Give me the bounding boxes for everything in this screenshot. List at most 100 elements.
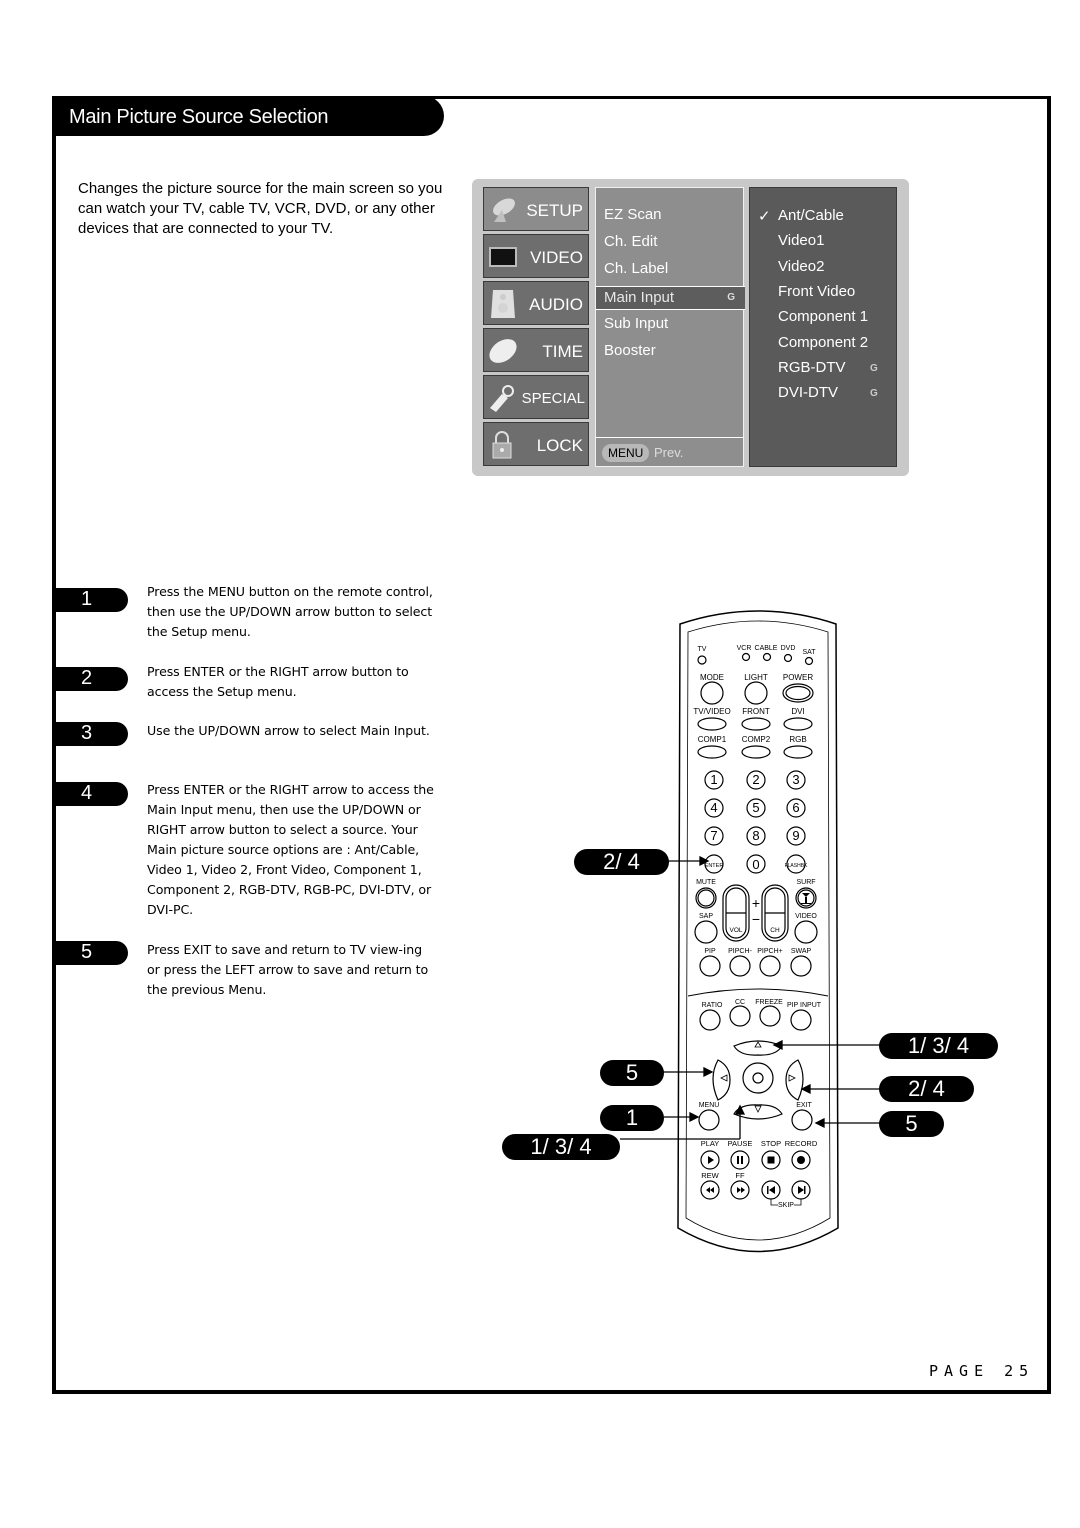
ch-label: CH [770,927,780,934]
center-ok-button [742,1062,774,1094]
remote-divider [687,988,829,997]
mode-label-3: DVD [781,645,796,652]
mode-button[interactable] [700,681,724,705]
transport-label-2: STOP [761,1139,781,1148]
callout-enter: 2/ 4 [574,849,669,875]
callout-exit: 5 [879,1111,944,1137]
digit-label-8: 8 [752,828,759,843]
row2-label-1: FRONT [742,707,770,716]
row3-label-0: COMP1 [698,735,727,744]
digit-label-9: 9 [792,828,799,843]
ratio-row-label-3: PIP INPUT [787,1002,822,1009]
dvd-led [783,653,793,663]
remote-control: TV VCR CABLE DVD SAT MODE TV/VIDEO COMP1 LIGHT FR… [620,610,880,1253]
pip-row-label-1: PIPCH- [728,948,752,955]
up-arrow-button [733,1040,783,1056]
page-number: PAGE 25 [929,1362,1035,1380]
minus-label: − [752,911,760,927]
callout-down-arrow: 1/ 3/ 4 [502,1134,620,1160]
comp2-button[interactable] [741,745,771,759]
comp1-button[interactable] [697,745,727,759]
sap-button [694,920,718,944]
row2-label-2: DVI [791,707,804,716]
fast-forward-icon [737,1187,745,1193]
row3-label-2: RGB [789,735,806,744]
dvi-button[interactable] [783,717,813,731]
rgb-button[interactable] [783,745,813,759]
light-button[interactable] [744,681,768,705]
mode-label-4: SAT [802,649,816,656]
digit-label-7: 7 [710,828,717,843]
cc-button [729,1005,751,1027]
cable-led [762,652,772,662]
video-button [794,920,818,944]
vol-label: VOL [729,927,742,934]
zero-label: 0 [752,857,759,872]
digit-label-1: 1 [710,772,717,787]
pipch-plus-button [759,955,781,977]
stop-icon [767,1156,775,1164]
pip-row-label-2: PIPCH+ [757,948,782,955]
pip-button [699,955,721,977]
enter-label: ENTER [705,863,724,869]
row3-label-1: COMP2 [742,735,771,744]
ratio-row-label-2: FREEZE [755,999,783,1006]
surf-label: SURF [796,879,815,886]
vcr-led [741,652,751,662]
freeze-button [759,1005,781,1027]
skip-forward-icon [804,1186,806,1194]
callout-right-arrow: 2/ 4 [879,1076,974,1102]
pause-icon [737,1156,739,1164]
row1-label-2: POWER [783,673,813,682]
digit-label-6: 6 [792,800,799,815]
sap-label: SAP [699,913,713,920]
mode-label-1: VCR [737,645,752,652]
exit-button [791,1109,813,1131]
left-arrow-button [712,1059,731,1101]
skip-label: SKIP [778,1202,794,1209]
tv-led [697,655,707,665]
ratio-row-label-0: RATIO [702,1002,723,1009]
pip-row-label-3: SWAP [791,948,812,955]
tvvideo-button[interactable] [697,717,727,731]
callout-left-arrow: 5 [600,1060,664,1086]
right-triangle-icon [788,1074,796,1082]
mode-label-2: CABLE [755,645,778,652]
pip-input-button [790,1009,812,1031]
menu-label: MENU [699,1102,720,1109]
up-triangle-icon [754,1041,762,1048]
row1-label-0: MODE [700,673,724,682]
exit-label: EXIT [796,1102,812,1109]
digit-label-4: 4 [710,800,717,815]
skip-back-icon [767,1186,769,1194]
left-triangle-icon [720,1074,728,1082]
right-arrow-button [785,1059,804,1101]
flashbk-label: FLASHBK [785,863,808,869]
transport-label-3: RECORD [785,1139,818,1148]
rew-label: REW [701,1171,719,1180]
pip-row-label-0: PIP [704,948,716,955]
pause-button [730,1150,750,1170]
ratio-row-label-1: CC [735,999,745,1006]
video-label: VIDEO [795,913,817,920]
ff-label: FF [735,1171,745,1180]
front-button[interactable] [741,717,771,731]
down-triangle-icon [754,1105,762,1113]
transport-label-1: PAUSE [728,1139,753,1148]
digit-label-2: 2 [752,772,759,787]
digit-label-5: 5 [752,800,759,815]
row1-label-1: LIGHT [744,673,768,682]
swap-button [790,955,812,977]
ratio-button [699,1009,721,1031]
plus-label: + [752,895,760,911]
row2-label-0: TV/VIDEO [693,707,730,716]
surf-icon [801,893,811,904]
callout-menu: 1 [600,1105,664,1131]
mode-label-0: TV [698,646,707,653]
callout-up-arrow: 1/ 3/ 4 [879,1033,998,1059]
menu-button [698,1109,720,1131]
transport-label-0: PLAY [701,1139,720,1148]
mute-label: MUTE [696,879,716,886]
rewind-icon [706,1187,714,1193]
digit-label-3: 3 [792,772,799,787]
